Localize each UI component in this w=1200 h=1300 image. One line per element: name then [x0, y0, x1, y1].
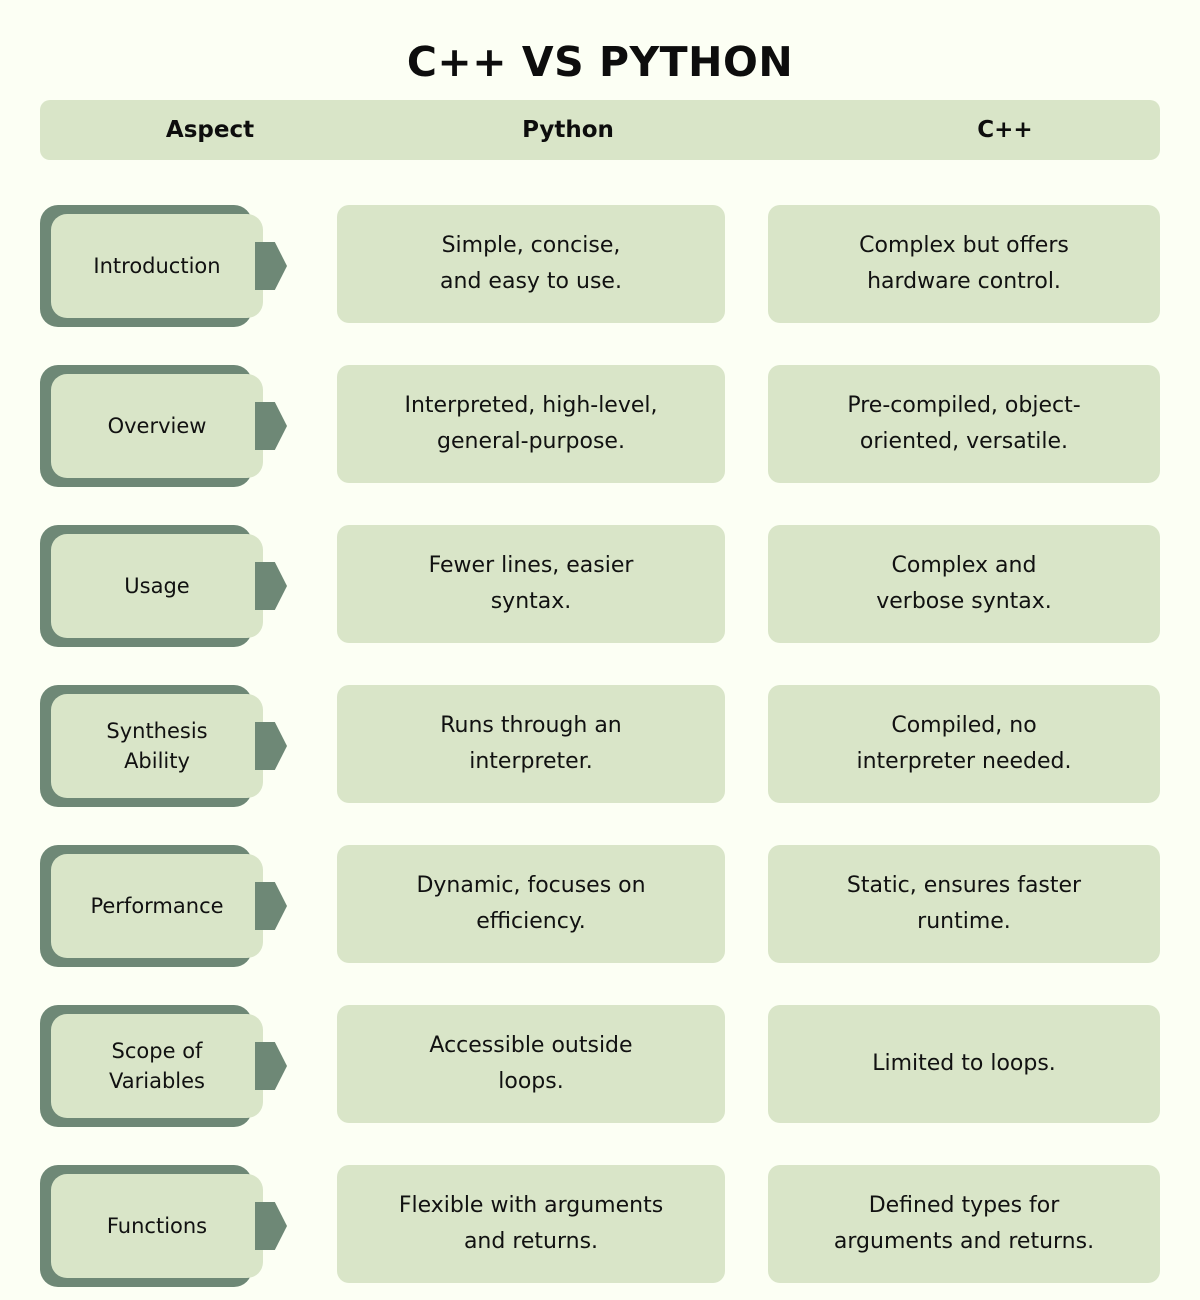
aspect-cell[interactable]: Overview	[40, 365, 290, 487]
page-title: C++ VS PYTHON	[406, 38, 794, 86]
aspect-cell[interactable]: Introduction	[40, 205, 290, 327]
aspect-cell[interactable]: Synthesis Ability	[40, 685, 290, 807]
table-row: Functions Flexible with arguments and ret…	[0, 1165, 1200, 1297]
aspect-card: Introduction	[51, 214, 263, 318]
cpp-cell[interactable]: Complex and verbose syntax.	[768, 525, 1160, 643]
table-row: Introduction Simple, concise, and easy to…	[0, 205, 1200, 337]
aspect-label: Functions	[106, 1213, 208, 1238]
cpp-cell-text: Static, ensures faster runtime.	[846, 873, 1082, 934]
cpp-cell[interactable]: Complex but offers hardware control.	[768, 205, 1160, 323]
chevron-right-icon	[255, 1042, 287, 1090]
aspect-card: Usage	[51, 534, 263, 638]
python-cell-text: Accessible outside loops.	[429, 1033, 633, 1094]
table-row: Scope of Variables Accessible outside loo…	[0, 1005, 1200, 1137]
aspect-label: Introduction	[93, 253, 221, 278]
cpp-cell-text: Defined types for arguments and returns.	[833, 1193, 1095, 1254]
aspect-cell[interactable]: Scope of Variables	[40, 1005, 290, 1127]
python-cell-text: Dynamic, focuses on efficiency.	[416, 873, 646, 934]
python-cell[interactable]: Dynamic, focuses on efficiency.	[337, 845, 725, 963]
cpp-cell-text: Complex but offers hardware control.	[859, 233, 1069, 294]
table-row: Performance Dynamic, focuses on efficienc…	[0, 845, 1200, 977]
python-cell[interactable]: Runs through an interpreter.	[337, 685, 725, 803]
aspect-label: Synthesis Ability	[106, 718, 208, 773]
aspect-label: Usage	[124, 573, 190, 598]
aspect-cell[interactable]: Performance	[40, 845, 290, 967]
cpp-cell-text: Complex and verbose syntax.	[876, 553, 1052, 614]
chevron-right-icon	[255, 722, 287, 770]
aspect-card: Performance	[51, 854, 263, 958]
cpp-cell[interactable]: Pre-compiled, object- oriented, versatil…	[768, 365, 1160, 483]
python-cell[interactable]: Fewer lines, easier syntax.	[337, 525, 725, 643]
python-cell[interactable]: Flexible with arguments and returns.	[337, 1165, 725, 1283]
aspect-label: Overview	[107, 413, 207, 438]
column-header-aspect: Aspect	[165, 117, 255, 143]
python-cell-text: Fewer lines, easier syntax.	[428, 553, 634, 614]
python-cell[interactable]: Interpreted, high-level, general-purpose…	[337, 365, 725, 483]
aspect-card: Functions	[51, 1174, 263, 1278]
aspect-card: Overview	[51, 374, 263, 478]
chevron-right-icon	[255, 402, 287, 450]
aspect-card: Scope of Variables	[51, 1014, 263, 1118]
chevron-right-icon	[255, 882, 287, 930]
table-row: Overview Interpreted, high-level, general…	[0, 365, 1200, 497]
aspect-cell[interactable]: Functions	[40, 1165, 290, 1287]
cpp-cell-text: Limited to loops.	[872, 1051, 1056, 1077]
python-cell[interactable]: Simple, concise, and easy to use.	[337, 205, 725, 323]
aspect-card: Synthesis Ability	[51, 694, 263, 798]
column-header-cpp: C++	[977, 117, 1033, 143]
chevron-right-icon	[255, 562, 287, 610]
python-cell-text: Flexible with arguments and returns.	[398, 1193, 664, 1254]
column-header-python: Python	[522, 117, 614, 143]
chevron-right-icon	[255, 1202, 287, 1250]
table-row: Usage Fewer lines, easier syntax. Complex …	[0, 525, 1200, 657]
cpp-cell-text: Pre-compiled, object- oriented, versatil…	[847, 393, 1081, 454]
cpp-cell[interactable]: Compiled, no interpreter needed.	[768, 685, 1160, 803]
python-cell-text: Interpreted, high-level, general-purpose…	[404, 393, 658, 454]
python-cell-text: Simple, concise, and easy to use.	[440, 233, 622, 294]
cpp-cell[interactable]: Limited to loops.	[768, 1005, 1160, 1123]
chevron-right-icon	[255, 242, 287, 290]
table-header-bar: Aspect Python C++	[40, 100, 1160, 160]
cpp-cell-text: Compiled, no interpreter needed.	[856, 713, 1072, 774]
cpp-cell[interactable]: Defined types for arguments and returns.	[768, 1165, 1160, 1283]
aspect-label: Scope of Variables	[109, 1038, 205, 1093]
table-row: Synthesis Ability Runs through an interpr…	[0, 685, 1200, 817]
aspect-cell[interactable]: Usage	[40, 525, 290, 647]
python-cell[interactable]: Accessible outside loops.	[337, 1005, 725, 1123]
cpp-cell[interactable]: Static, ensures faster runtime.	[768, 845, 1160, 963]
python-cell-text: Runs through an interpreter.	[440, 713, 622, 774]
aspect-label: Performance	[90, 893, 224, 918]
